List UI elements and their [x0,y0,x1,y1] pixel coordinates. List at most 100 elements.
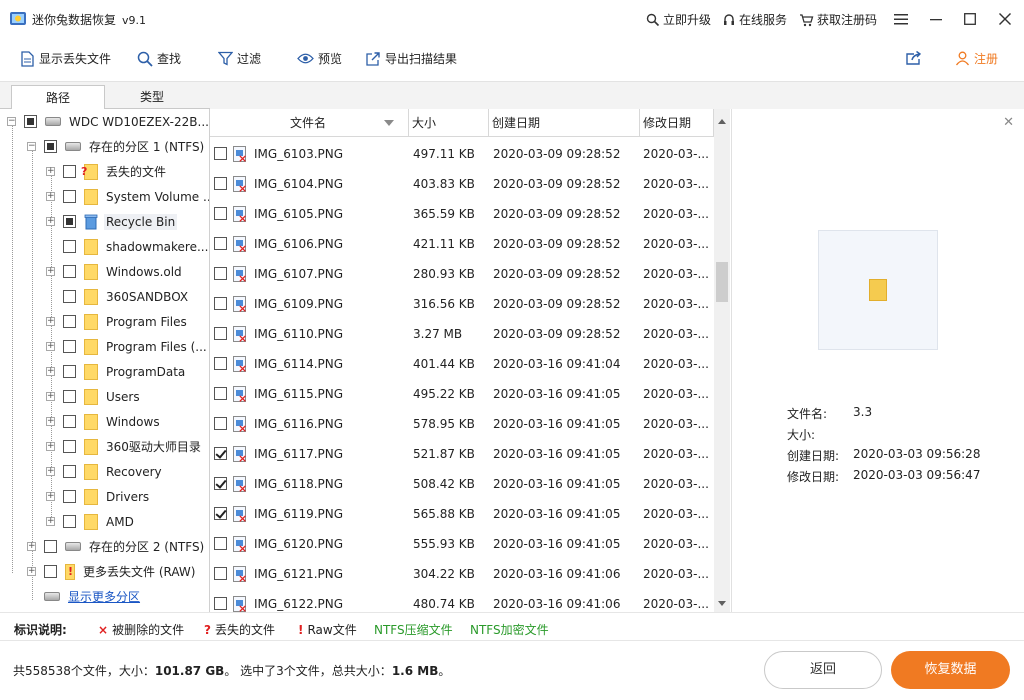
tree-node-programdata[interactable]: + ProgramData [46,359,187,384]
tree-node-partition1[interactable]: − 存在的分区 1 (NTFS) [27,134,206,159]
folder-checkbox[interactable] [63,490,76,503]
table-row[interactable]: × IMG_6106.PNG 421.11 KB 2020-03-09 09:28:5… [210,229,714,259]
recover-data-button[interactable]: 恢复数据 [891,651,1010,689]
tree-node-program-files[interactable]: + Program Files [46,309,189,334]
get-code-link[interactable]: 获取注册码 [799,11,877,28]
row-checkbox[interactable] [214,477,227,490]
tree-node-users[interactable]: + Users [46,384,142,409]
scroll-up-arrow-icon[interactable] [718,119,726,124]
scroll-down-arrow-icon[interactable] [718,601,726,606]
expand-toggle[interactable]: + [46,367,55,376]
partition1-checkbox[interactable] [44,140,57,153]
table-row[interactable]: × IMG_6114.PNG 401.44 KB 2020-03-16 09:41:0… [210,349,714,379]
tree-node-shadowmaker[interactable]: shadowmakere... [46,234,209,259]
expand-toggle[interactable]: + [46,492,55,501]
tree-node-recovery[interactable]: + Recovery [46,459,164,484]
table-row[interactable]: × IMG_6104.PNG 403.83 KB 2020-03-09 09:28:5… [210,169,714,199]
row-checkbox[interactable] [214,207,227,220]
folder-checkbox[interactable] [63,365,76,378]
row-checkbox[interactable] [214,357,227,370]
collapse-toggle[interactable]: − [27,142,36,151]
table-row[interactable]: × IMG_6122.PNG 480.74 KB 2020-03-16 09:41:0… [210,589,714,612]
row-checkbox[interactable] [214,147,227,160]
column-header-size[interactable]: 大小 [409,109,489,137]
tree-node-amd[interactable]: + AMD [46,509,136,534]
scroll-thumb[interactable] [716,262,728,302]
row-checkbox[interactable] [214,507,227,520]
row-checkbox[interactable] [214,297,227,310]
preview-button[interactable]: 预览 [297,50,342,67]
table-row[interactable]: × IMG_6115.PNG 495.22 KB 2020-03-16 09:41:0… [210,379,714,409]
table-row[interactable]: × IMG_6109.PNG 316.56 KB 2020-03-09 09:28:5… [210,289,714,319]
menu-button[interactable] [890,8,912,30]
row-checkbox[interactable] [214,567,227,580]
find-button[interactable]: 查找 [137,50,181,67]
tree-node-360sandbox[interactable]: 360SANDBOX [46,284,190,309]
expand-toggle[interactable]: + [27,542,36,551]
expand-toggle[interactable]: + [46,192,55,201]
filter-button[interactable]: 过滤 [218,50,261,67]
row-checkbox[interactable] [214,597,227,610]
folder-checkbox[interactable] [63,240,76,253]
tab-path[interactable]: 路径 [11,85,105,110]
expand-toggle[interactable]: + [46,517,55,526]
folder-checkbox[interactable] [63,215,76,228]
table-row[interactable]: × IMG_6116.PNG 578.95 KB 2020-03-16 09:41:0… [210,409,714,439]
expand-toggle[interactable]: + [46,442,55,451]
row-checkbox[interactable] [214,237,227,250]
folder-checkbox[interactable] [63,315,76,328]
expand-toggle[interactable]: + [46,317,55,326]
close-preview-icon[interactable]: ✕ [1003,115,1014,130]
tree-node-drivers[interactable]: + Drivers [46,484,151,509]
show-more-partitions[interactable]: 显示更多分区 [44,584,142,609]
vertical-scrollbar[interactable] [714,109,730,612]
row-checkbox[interactable] [214,177,227,190]
upgrade-link[interactable]: 立即升级 [646,11,711,28]
maximize-button[interactable] [959,8,981,30]
show-lost-files-button[interactable]: 显示丢失文件 [20,50,111,67]
table-row[interactable]: × IMG_6103.PNG 497.11 KB 2020-03-09 09:28:5… [210,139,714,169]
register-button[interactable]: 注册 [955,50,998,67]
online-service-link[interactable]: 在线服务 [722,11,787,28]
table-row[interactable]: × IMG_6117.PNG 521.87 KB 2020-03-16 09:41:0… [210,439,714,469]
table-row[interactable]: × IMG_6119.PNG 565.88 KB 2020-03-16 09:41:0… [210,499,714,529]
expand-toggle[interactable]: + [46,392,55,401]
column-header-modified[interactable]: 修改日期 [640,109,714,137]
folder-checkbox[interactable] [63,290,76,303]
table-row[interactable]: × IMG_6118.PNG 508.42 KB 2020-03-16 09:41:0… [210,469,714,499]
expand-toggle[interactable]: + [46,467,55,476]
tree-node-360-driver[interactable]: + 360驱动大师目录 [46,434,203,459]
back-button[interactable]: 返回 [764,651,882,689]
folder-checkbox[interactable] [63,340,76,353]
row-checkbox[interactable] [214,327,227,340]
tree-node-lost-files[interactable]: + ? 丢失的文件 [46,159,168,184]
disk-checkbox[interactable] [24,115,37,128]
share-button[interactable] [905,50,922,66]
table-row[interactable]: × IMG_6120.PNG 555.93 KB 2020-03-16 09:41:0… [210,529,714,559]
expand-toggle[interactable]: + [46,267,55,276]
table-row[interactable]: × IMG_6110.PNG 3.27 MB 2020-03-09 09:28:52 2… [210,319,714,349]
collapse-toggle[interactable]: − [7,117,16,126]
folder-checkbox[interactable] [63,465,76,478]
tree-node-program-files-x86[interactable]: + Program Files (... [46,334,209,359]
expand-toggle[interactable]: + [46,217,55,226]
tree-node-windows-old[interactable]: + Windows.old [46,259,184,284]
folder-checkbox[interactable] [63,415,76,428]
partition2-checkbox[interactable] [44,540,57,553]
tree-node-disk[interactable]: − WDC WD10EZEX-22B... [7,109,209,134]
folder-checkbox[interactable] [63,190,76,203]
column-header-created[interactable]: 创建日期 [489,109,640,137]
more-lost-checkbox[interactable] [44,565,57,578]
tree-node-system-volume[interactable]: + System Volume ... [46,184,209,209]
lost-files-checkbox[interactable] [63,165,76,178]
expand-toggle[interactable]: + [27,567,36,576]
table-row[interactable]: × IMG_6107.PNG 280.93 KB 2020-03-09 09:28:5… [210,259,714,289]
minimize-button[interactable] [925,8,947,30]
tree-node-windows[interactable]: + Windows [46,409,162,434]
row-checkbox[interactable] [214,267,227,280]
row-checkbox[interactable] [214,387,227,400]
folder-checkbox[interactable] [63,265,76,278]
folder-checkbox[interactable] [63,515,76,528]
table-row[interactable]: × IMG_6121.PNG 304.22 KB 2020-03-16 09:41:0… [210,559,714,589]
expand-toggle[interactable]: + [46,167,55,176]
